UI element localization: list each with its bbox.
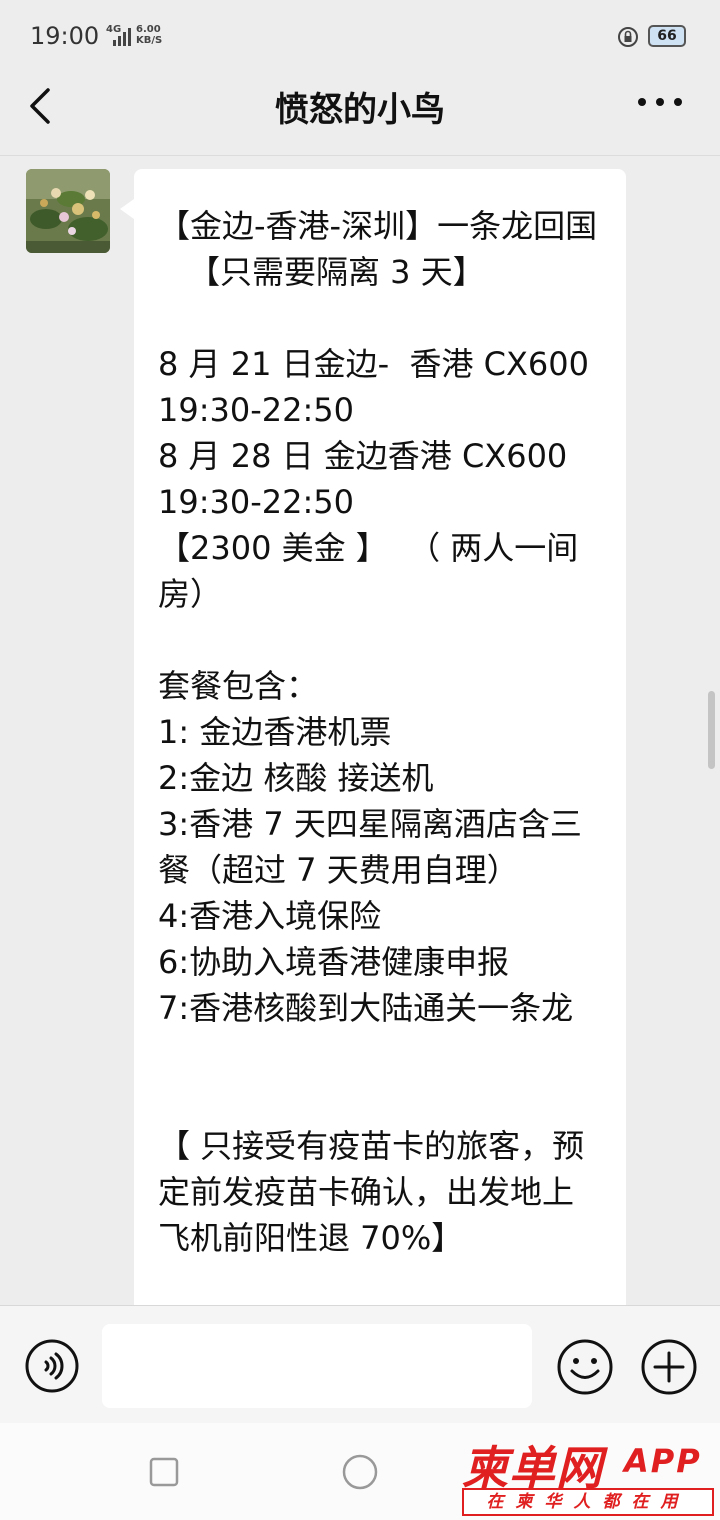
emoji-icon[interactable] bbox=[556, 1338, 614, 1396]
battery-icon: 66 bbox=[648, 25, 686, 47]
message-line: 【金边-香港-深圳】一条龙回国 bbox=[158, 207, 598, 245]
voice-icon[interactable] bbox=[24, 1338, 80, 1394]
message-line bbox=[158, 1077, 606, 1123]
message-line: 餐（超过 7 天费用自理） bbox=[158, 851, 519, 889]
network-speed: 6.00 KB/S bbox=[136, 24, 162, 46]
message-line: 7:香港核酸到大陆通关一条龙 bbox=[158, 989, 574, 1027]
input-bar bbox=[0, 1305, 720, 1423]
message-bubble[interactable]: 【金边-香港-深圳】一条龙回国 【只需要隔离 3 天】 8 月 21 日金边- … bbox=[134, 169, 626, 1305]
network-speed-unit: KB/S bbox=[136, 35, 163, 46]
message-line: 定前发疫苗卡确认，出发地上 bbox=[158, 1173, 575, 1211]
message-line: 8 月 21 日金边- 香港 CX600 bbox=[158, 345, 590, 383]
message-line: 19:30-22:50 bbox=[158, 391, 354, 429]
message-line: 19:30-22:50 bbox=[158, 483, 354, 521]
message-line: 飞机前阳性退 70%】 bbox=[158, 1219, 464, 1257]
message-line bbox=[158, 1031, 606, 1077]
chat-header: 愤怒的小鸟 bbox=[0, 72, 720, 156]
chat-area[interactable]: 【金边-香港-深圳】一条龙回国 【只需要隔离 3 天】 8 月 21 日金边- … bbox=[0, 157, 720, 1305]
scrollbar-thumb[interactable] bbox=[708, 691, 715, 769]
message-line: 房） bbox=[158, 575, 223, 613]
message-line: 【只需要隔离 3 天】 bbox=[188, 253, 485, 291]
message-line bbox=[158, 617, 606, 663]
watermark-logo: 柬单网 APP 在柬华人都在用 bbox=[460, 1432, 716, 1518]
message-line: 8 月 28 日 金边香港 CX600 bbox=[158, 437, 568, 475]
network-speed-value: 6.00 bbox=[136, 24, 161, 35]
message-line: 4:香港入境保险 bbox=[158, 897, 382, 935]
message-line: 【2300 美金 】 （ 两人一间 bbox=[158, 529, 579, 567]
add-icon[interactable] bbox=[640, 1338, 698, 1396]
watermark-app: APP bbox=[624, 1442, 702, 1480]
watermark-slogan: 在柬华人都在用 bbox=[462, 1488, 714, 1516]
more-icon[interactable] bbox=[636, 96, 684, 108]
status-time: 19:00 bbox=[30, 22, 100, 50]
bubble-tail bbox=[120, 199, 134, 219]
recent-apps-icon[interactable] bbox=[149, 1457, 179, 1487]
avatar-image bbox=[26, 169, 110, 253]
avatar[interactable] bbox=[26, 169, 110, 253]
message-line: 套餐包含： bbox=[158, 667, 319, 705]
message-line: 6:协助入境香港健康申报 bbox=[158, 943, 510, 981]
message-line bbox=[158, 295, 606, 341]
rotate-lock-icon bbox=[618, 27, 638, 47]
message-line: 【 只接受有疫苗卡的旅客，预 bbox=[158, 1127, 585, 1165]
message-line: 2:金边 核酸 接送机 bbox=[158, 759, 434, 797]
chat-title: 愤怒的小鸟 bbox=[275, 90, 445, 130]
status-bar: 19:00 4G 6.00 KB/S 66 bbox=[0, 0, 720, 72]
message-line: 3:香港 7 天四星隔离酒店含三 bbox=[158, 805, 582, 843]
signal-icon bbox=[113, 28, 131, 46]
message-input[interactable] bbox=[102, 1324, 532, 1408]
home-icon[interactable] bbox=[342, 1454, 378, 1490]
message-line: 1: 金边香港机票 bbox=[158, 713, 392, 751]
